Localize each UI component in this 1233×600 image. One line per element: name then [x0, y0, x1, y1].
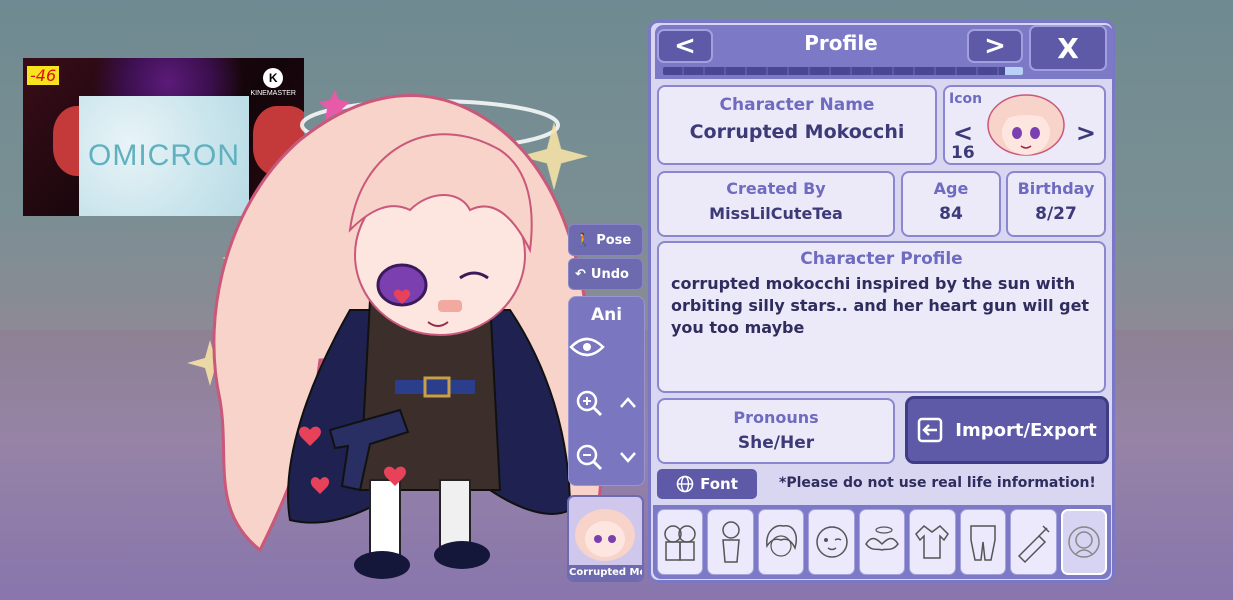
undo-icon: ↶ — [575, 266, 586, 282]
bandage — [438, 300, 462, 312]
progress-fill — [1005, 67, 1023, 75]
warning-text: *Please do not use real life information… — [779, 475, 1096, 491]
belt — [395, 380, 475, 394]
icon-label: Icon — [949, 91, 983, 107]
tab-face[interactable] — [808, 509, 855, 575]
character-name-box[interactable]: Character Name Corrupted Mokocchi — [657, 85, 937, 165]
zoom-out-icon[interactable] — [575, 443, 603, 471]
globe-icon — [676, 475, 694, 493]
created-by-field: MissLilCuteTea — [709, 204, 843, 223]
icon-selector: Icon < > 16 — [943, 85, 1106, 165]
props-icon — [1018, 525, 1050, 564]
age-label: Age — [933, 179, 969, 198]
tab-hair[interactable] — [757, 509, 805, 575]
shoe-left — [354, 551, 410, 579]
character-thumbnail-avatar — [575, 509, 635, 561]
created-by-label: Created By — [726, 179, 826, 198]
zoom-out-row — [575, 439, 639, 475]
tab-top[interactable] — [909, 509, 956, 575]
animation-panel: Ani — [568, 296, 645, 486]
tab-bottom[interactable] — [959, 509, 1007, 575]
character-profile-label: Character Profile — [800, 249, 963, 269]
zoom-in-icon[interactable] — [575, 389, 603, 417]
pose-button[interactable]: 🚶 Pose — [568, 224, 643, 256]
leg-right — [439, 479, 471, 551]
import-icon — [918, 417, 943, 443]
close-button[interactable]: X — [1029, 25, 1107, 71]
pose-icon: 🚶 — [575, 232, 592, 248]
character-figure — [187, 90, 604, 579]
created-by-box[interactable]: Created By MissLilCuteTea — [657, 171, 895, 237]
eye-icon[interactable] — [569, 337, 605, 357]
ani-button[interactable]: Ani — [569, 305, 644, 325]
thumbnail-name: Corrupted Mo — [569, 565, 642, 580]
character-slot-thumbnail[interactable]: Corrupted Mo — [567, 495, 644, 582]
import-export-button[interactable]: Import/Export — [905, 396, 1109, 464]
shoe-right — [434, 541, 490, 569]
pronouns-box[interactable]: Pronouns She/Her — [657, 398, 895, 464]
icon-index: 16 — [951, 143, 975, 163]
import-export-label: Import/Export — [955, 419, 1097, 441]
page-title: Profile — [804, 31, 878, 55]
birthday-label: Birthday — [1017, 179, 1095, 198]
next-button[interactable]: > — [967, 29, 1023, 63]
age-box[interactable]: Age 84 — [901, 171, 1001, 237]
character-profile-text: corrupted mokocchi inspired by the sun w… — [671, 274, 1090, 337]
tab-props[interactable] — [1010, 509, 1057, 575]
pronouns-field: She/Her — [737, 433, 815, 453]
character-name-field: Corrupted Mokocchi — [689, 121, 905, 143]
prev-button[interactable]: < — [657, 29, 713, 63]
top-icon — [915, 525, 950, 559]
overlay-counter: -46 — [27, 66, 60, 85]
character-name-label: Character Name — [719, 95, 875, 115]
tab-accessories[interactable] — [858, 509, 906, 575]
leg-left — [369, 479, 401, 561]
tab-profile[interactable] — [1060, 509, 1107, 575]
category-tabs — [653, 505, 1111, 579]
tab-presets[interactable] — [657, 509, 704, 575]
face-icon — [815, 526, 848, 558]
zoom-in-row — [575, 385, 639, 421]
icon-next-button[interactable]: > — [1076, 119, 1096, 147]
pronouns-label: Pronouns — [733, 408, 819, 427]
font-button[interactable]: Font — [657, 469, 757, 499]
character-icon-avatar — [987, 94, 1065, 156]
hair-icon — [766, 524, 798, 557]
pose-label: Pose — [596, 232, 632, 248]
chevron-up-icon[interactable] — [617, 392, 639, 414]
accessories-icon — [865, 526, 899, 551]
presets-icon — [664, 525, 696, 561]
font-label: Font — [700, 475, 738, 493]
undo-label: Undo — [590, 266, 629, 282]
body-icon — [721, 521, 740, 563]
profile-icon — [1067, 526, 1100, 558]
tab-body[interactable] — [707, 509, 754, 575]
birthday-field: 8/27 — [1035, 204, 1077, 224]
bottom-icon — [970, 525, 996, 561]
birthday-box[interactable]: Birthday 8/27 — [1006, 171, 1106, 237]
age-field: 84 — [939, 204, 963, 224]
profile-panel: < Profile > X Character Name Corrupted M… — [648, 20, 1115, 583]
character-profile-box[interactable]: Character Profile corrupted mokocchi ins… — [657, 241, 1106, 393]
chevron-down-icon[interactable] — [617, 446, 639, 468]
progress-bar — [663, 67, 1023, 75]
undo-button[interactable]: ↶ Undo — [568, 258, 643, 290]
